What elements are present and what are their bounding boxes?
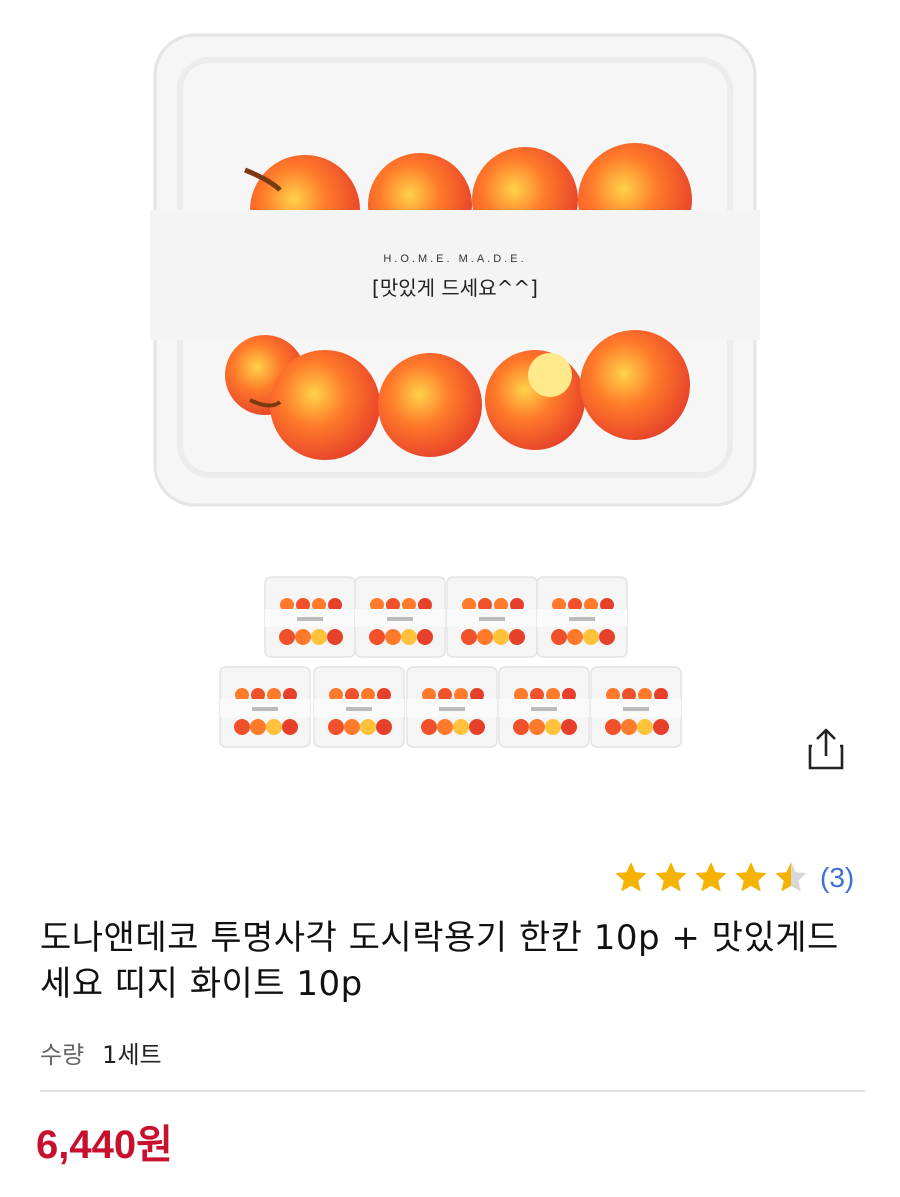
star-icon — [655, 862, 687, 892]
star-icon — [615, 862, 647, 892]
product-thumbnail-grid — [219, 576, 682, 748]
quantity-label: 수량 — [40, 1041, 85, 1069]
quantity-value: 1세트 — [102, 1041, 162, 1069]
product-main-image: H.O.M.E. M.A.D.E. [맛있게 드세요^^] — [150, 33, 760, 507]
rating-stars — [612, 859, 810, 897]
review-count[interactable]: (3) — [820, 862, 854, 894]
share-button[interactable] — [798, 722, 854, 778]
image-label-main: [맛있게 드세요^^] — [372, 276, 538, 300]
star-icon — [735, 862, 767, 892]
product-price: 6,440원 — [36, 1123, 173, 1167]
share-icon — [808, 728, 844, 770]
star-icon — [695, 862, 727, 892]
image-label-top: H.O.M.E. M.A.D.E. — [383, 253, 526, 265]
product-title: 도나앤데코 투명사각 도시락용기 한칸 10p + 맛있게드세요 띠지 화이트 … — [40, 918, 839, 1004]
divider — [40, 1090, 865, 1092]
star-half-icon — [775, 862, 807, 892]
quantity-row: 수량 1세트 — [40, 1035, 162, 1070]
rating-summary[interactable]: (3) — [612, 856, 854, 900]
